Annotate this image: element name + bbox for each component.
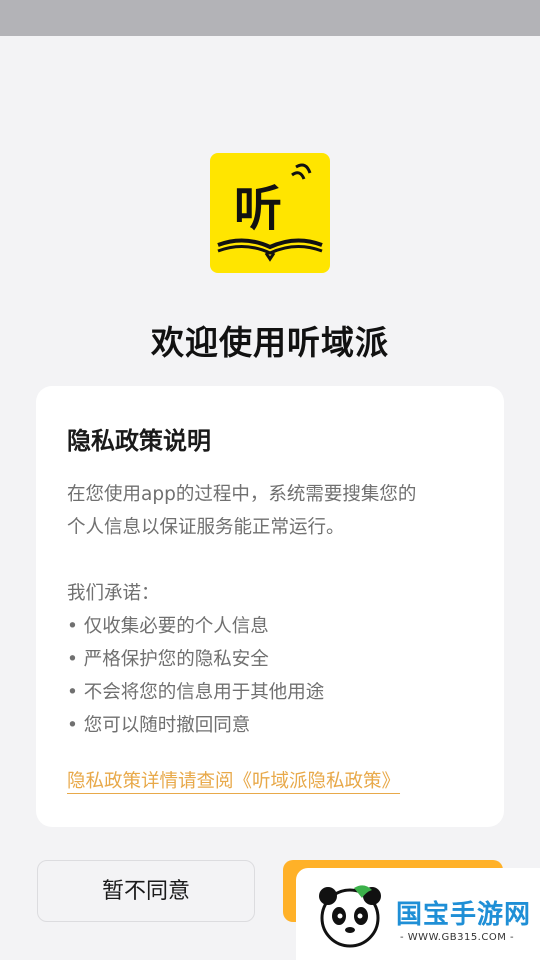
- watermark-brand: 国宝手游网: [396, 900, 532, 930]
- promise-item: • 严格保护您的隐私安全: [67, 649, 269, 670]
- privacy-card-body: 在您使用app的过程中，系统需要搜集您的 个人信息以保证服务能正常运行。 我们承…: [67, 478, 487, 742]
- status-bar: [0, 0, 540, 36]
- intro-line: 个人信息以保证服务能正常运行。: [67, 517, 345, 538]
- watermark-url: - WWW.GB315.COM -: [400, 932, 515, 943]
- privacy-card: 隐私政策说明 在您使用app的过程中，系统需要搜集您的 个人信息以保证服务能正常…: [36, 386, 504, 827]
- logo-char: 听: [234, 181, 282, 237]
- promise-item: • 仅收集必要的个人信息: [67, 616, 269, 637]
- privacy-policy-link[interactable]: 隐私政策详情请查阅《听域派隐私政策》: [67, 767, 400, 793]
- decline-button[interactable]: 暂不同意: [37, 860, 255, 922]
- promise-item: • 您可以随时撤回同意: [67, 715, 251, 736]
- promise-heading: 我们承诺：: [67, 583, 160, 604]
- listen-book-icon: 听: [217, 163, 323, 262]
- watermark: 国宝手游网 - WWW.GB315.COM -: [296, 868, 540, 960]
- app-logo: 听: [210, 153, 330, 273]
- welcome-title: 欢迎使用听域派: [151, 323, 389, 362]
- intro-line: 在您使用app的过程中，系统需要搜集您的: [67, 484, 417, 505]
- panda-icon: [319, 885, 381, 948]
- privacy-card-title: 隐私政策说明: [67, 427, 211, 455]
- promise-item: • 不会将您的信息用于其他用途: [67, 682, 325, 703]
